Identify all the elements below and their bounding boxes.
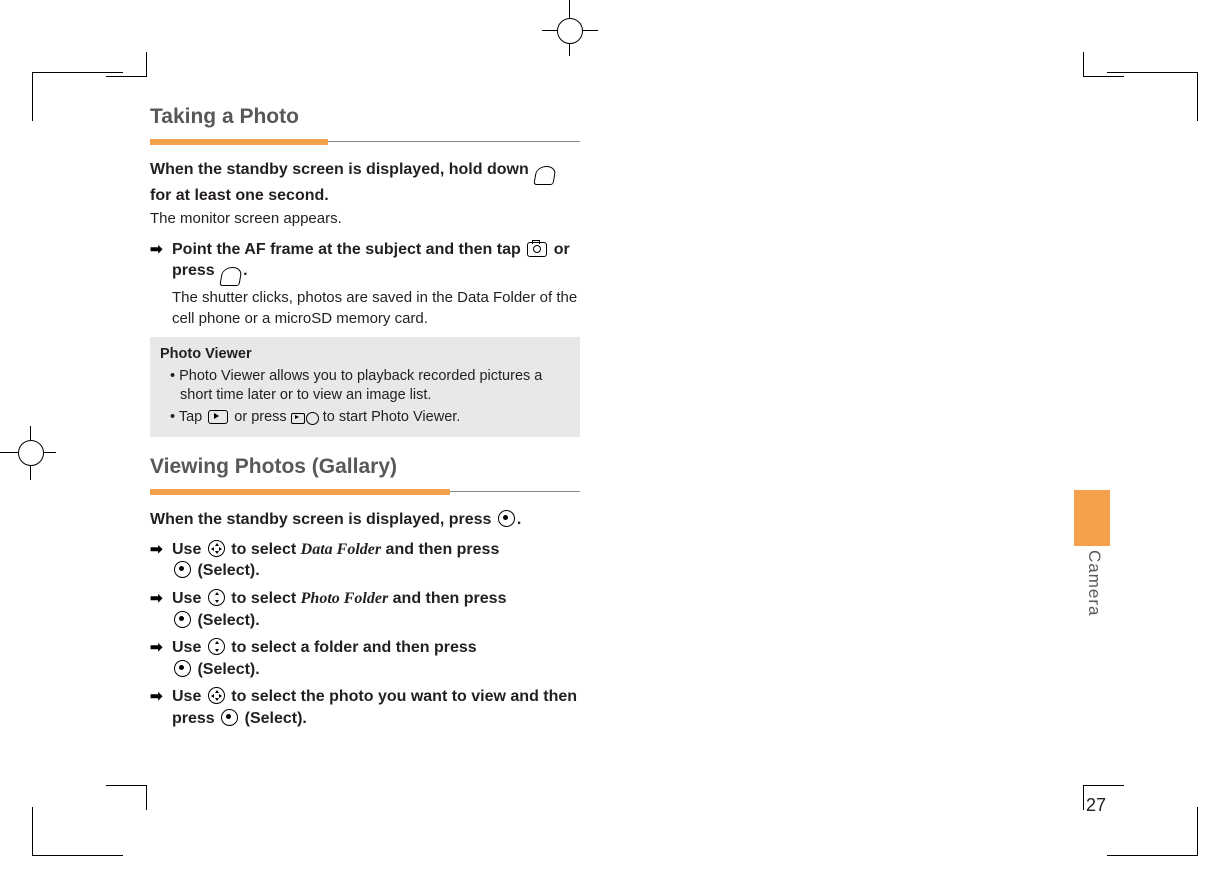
intro-plain: The monitor screen appears. [150, 209, 580, 229]
crop-mark-top-left-inner [106, 52, 147, 77]
t: to select [231, 590, 296, 607]
crop-mark-top-left [32, 72, 123, 121]
center-key-icon [174, 611, 191, 628]
heading-rule-2 [150, 489, 580, 495]
step-body: Point the AF frame at the subject and th… [172, 239, 580, 287]
t: Use [172, 590, 201, 607]
s2-step1: ➡ Use to select Data Folder and then pre… [150, 539, 580, 582]
crop-mark-top-right [1107, 72, 1198, 121]
dpad-4way-icon [208, 687, 225, 704]
t: to select [231, 541, 296, 558]
t: (Select). [197, 612, 259, 629]
step-arrow-icon: ➡ [150, 588, 168, 631]
crop-mark-top-right-inner [1083, 52, 1124, 77]
center-key-icon [221, 709, 238, 726]
play-icon [208, 410, 228, 424]
step-note: The shutter clicks, photos are saved in … [172, 288, 580, 329]
intro-text-2: for at least one second. [150, 187, 329, 204]
s2-intro-a: When the standby screen is displayed, pr… [150, 511, 491, 528]
note-bullet-1: • Photo Viewer allows you to playback re… [170, 367, 570, 406]
dpad-vertical-icon [208, 589, 225, 606]
section2-intro: When the standby screen is displayed, pr… [150, 509, 580, 531]
crop-mark-bottom-left [32, 807, 123, 856]
italic-data-folder: Data Folder [301, 541, 381, 558]
dpad-4way-icon [208, 540, 225, 557]
camera-key-icon [219, 267, 242, 286]
crop-mark-bottom-right [1107, 807, 1198, 856]
note-bullet-2: • Tap or press to start Photo Viewer. [170, 408, 570, 428]
center-key-icon [174, 561, 191, 578]
heading-viewing-photos: Viewing Photos (Gallary) [150, 455, 580, 479]
step-arrow-icon: ➡ [150, 539, 168, 582]
s2-step2: ➡ Use to select Photo Folder and then pr… [150, 588, 580, 631]
intro-line: When the standby screen is displayed, ho… [150, 159, 580, 207]
page-content: Taking a Photo When the standby screen i… [150, 105, 580, 732]
note-bullet-1-text: Photo Viewer allows you to playback reco… [179, 368, 542, 404]
t: and then press [386, 541, 500, 558]
t: Use [172, 639, 201, 656]
play-key-icon [291, 412, 319, 425]
note2c: to start Photo Viewer. [323, 409, 461, 425]
note2b: or press [234, 409, 286, 425]
s2-step3-body: Use to select a folder and then press (S… [172, 637, 580, 680]
center-key-icon [498, 510, 515, 527]
step-text-a: Point the AF frame at the subject and th… [172, 241, 521, 258]
s2-step2-body: Use to select Photo Folder and then pres… [172, 588, 580, 631]
step-arrow-icon: ➡ [150, 637, 168, 680]
center-key-icon [174, 660, 191, 677]
camera-key-icon [534, 166, 557, 185]
t: to select a folder and then press [231, 639, 476, 656]
heading-rule [150, 139, 580, 145]
t: (Select). [245, 710, 307, 727]
s2-intro-end: . [517, 511, 521, 528]
note2a: Tap [179, 409, 202, 425]
t: Use [172, 688, 201, 705]
t: and then press [393, 590, 507, 607]
step-arrow-icon: ➡ [150, 686, 168, 729]
s2-step4: ➡ Use to select the photo you want to vi… [150, 686, 580, 729]
t: (Select). [197, 661, 259, 678]
heading-taking-a-photo: Taking a Photo [150, 105, 580, 129]
t: (Select). [197, 562, 259, 579]
note-title: Photo Viewer [160, 345, 570, 365]
crop-mark-bottom-left-inner [106, 785, 147, 810]
side-tab-marker [1074, 490, 1110, 546]
s2-step4-body: Use to select the photo you want to view… [172, 686, 580, 729]
intro-text-1: When the standby screen is displayed, ho… [150, 161, 529, 178]
step-arrow-icon: ➡ [150, 239, 168, 287]
camera-icon [527, 242, 547, 257]
step-text-end: . [243, 262, 247, 279]
page-number: 27 [1086, 795, 1106, 816]
side-tab-label: Camera [1084, 550, 1104, 616]
t: Use [172, 541, 201, 558]
photo-viewer-note: Photo Viewer • Photo Viewer allows you t… [150, 337, 580, 437]
s2-step1-body: Use to select Data Folder and then press… [172, 539, 580, 582]
s2-step3: ➡ Use to select a folder and then press … [150, 637, 580, 680]
dpad-vertical-icon [208, 638, 225, 655]
italic-photo-folder: Photo Folder [301, 590, 389, 607]
step-point-af: ➡ Point the AF frame at the subject and … [150, 239, 580, 287]
